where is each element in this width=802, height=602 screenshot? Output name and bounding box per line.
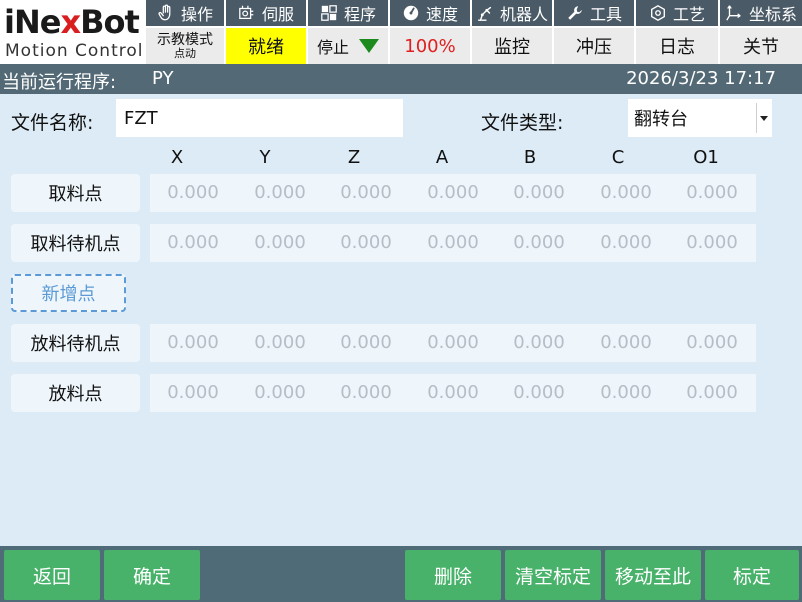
coord-cell: 0.000 — [686, 232, 738, 253]
coord-cell: 0.000 — [254, 182, 306, 203]
top-menu-bar: 操作 伺服 程序 速度 机器人 工具 工艺 坐标系 — [146, 0, 802, 26]
coord-cell: 0.000 — [340, 332, 392, 353]
coord-cell: 0.000 — [686, 382, 738, 403]
logo-wordmark: iNexBot — [4, 3, 140, 41]
hand-icon — [158, 4, 171, 21]
menu-operation[interactable]: 操作 — [146, 0, 224, 26]
coord-cell: 0.000 — [167, 332, 219, 353]
coord-cell: 0.000 — [686, 182, 738, 203]
table-row: 0.000 0.000 0.000 0.000 0.000 0.000 0.00… — [150, 324, 756, 362]
coord-cell: 0.000 — [254, 382, 306, 403]
file-name-input[interactable]: FZT — [116, 99, 403, 137]
coord-cell: 0.000 — [513, 382, 565, 403]
coord-cell: 0.000 — [513, 332, 565, 353]
coord-cell: 0.000 — [254, 332, 306, 353]
logo-tagline: Motion Control — [5, 41, 144, 61]
table-row: 0.000 0.000 0.000 0.000 0.000 0.000 0.00… — [150, 174, 756, 212]
coord-cell: 0.000 — [600, 182, 652, 203]
robot-arm-icon — [477, 6, 492, 21]
column-header-o1: O1 — [693, 147, 719, 168]
stop-status[interactable]: 停止 — [306, 28, 388, 64]
confirm-button[interactable]: 确定 — [104, 550, 200, 600]
column-header-y: Y — [259, 147, 271, 168]
coord-cell: 0.000 — [340, 382, 392, 403]
axis-icon — [726, 5, 741, 21]
coord-cell: 0.000 — [167, 232, 219, 253]
point-button-place-standby[interactable]: 放料待机点 — [11, 324, 140, 362]
triangle-down-icon — [359, 39, 379, 53]
running-program-bar: 当前运行程序: PY 2026/3/23 17:17 — [0, 64, 802, 94]
coord-cell: 0.000 — [167, 182, 219, 203]
footer-toolbar: 返回 确定 删除 清空标定 移动至此 标定 — [0, 546, 802, 602]
running-program-name: PY — [152, 68, 174, 89]
speed-percent[interactable]: 100% — [388, 28, 470, 64]
column-header-x: X — [170, 147, 184, 168]
menu-servo[interactable]: 伺服 — [224, 0, 306, 26]
menu-program[interactable]: 程序 — [306, 0, 388, 26]
column-header-a: A — [435, 147, 449, 168]
delete-button[interactable]: 删除 — [405, 550, 501, 600]
menu-speed[interactable]: 速度 — [388, 0, 470, 26]
ready-status: 就绪 — [224, 28, 306, 64]
coord-cell: 0.000 — [513, 232, 565, 253]
calibrate-button[interactable]: 标定 — [705, 550, 799, 600]
datetime: 2026/3/23 17:17 — [626, 68, 776, 89]
coord-cell: 0.000 — [686, 332, 738, 353]
joint-button[interactable]: 关节 — [718, 28, 802, 64]
back-button[interactable]: 返回 — [4, 550, 100, 600]
stamping-button[interactable]: 冲压 — [552, 28, 634, 64]
table-row: 0.000 0.000 0.000 0.000 0.000 0.000 0.00… — [150, 224, 756, 262]
column-header-z: Z — [347, 147, 361, 168]
clear-calibration-button[interactable]: 清空标定 — [505, 550, 601, 600]
file-type-select[interactable]: 翻转台 — [628, 99, 772, 137]
coord-cell: 0.000 — [254, 232, 306, 253]
coord-cell: 0.000 — [427, 182, 479, 203]
column-header-b: B — [523, 147, 537, 168]
dropdown-arrow-icon[interactable] — [756, 103, 770, 133]
header: iNexBot Motion Control 操作 伺服 程序 速度 机器人 工… — [0, 0, 802, 64]
menu-coordinate[interactable]: 坐标系 — [718, 0, 802, 26]
menu-process[interactable]: 工艺 — [634, 0, 718, 26]
coord-cell: 0.000 — [513, 182, 565, 203]
point-button-place[interactable]: 放料点 — [11, 374, 140, 412]
coord-cell: 0.000 — [340, 182, 392, 203]
log-button[interactable]: 日志 — [634, 28, 718, 64]
main-panel: 文件名称: FZT 文件类型: 翻转台 X Y Z A B C O1 取料点 0… — [0, 94, 802, 546]
menu-robot[interactable]: 机器人 — [470, 0, 552, 26]
grid-icon — [321, 5, 337, 21]
gauge-icon — [403, 5, 419, 21]
coord-cell: 0.000 — [600, 382, 652, 403]
hexagon-icon — [651, 5, 665, 21]
wrench-icon — [568, 6, 582, 20]
coord-cell: 0.000 — [427, 382, 479, 403]
point-button-pick-standby[interactable]: 取料待机点 — [11, 224, 140, 262]
coord-cell: 0.000 — [600, 332, 652, 353]
coord-cell: 0.000 — [427, 332, 479, 353]
brand-logo: iNexBot Motion Control — [0, 0, 146, 64]
coord-cell: 0.000 — [340, 232, 392, 253]
status-bar: 示教模式 点动 就绪 停止 100% 监控 冲压 日志 关节 — [146, 28, 802, 64]
move-here-button[interactable]: 移动至此 — [605, 550, 701, 600]
add-point-button[interactable]: 新增点 — [11, 274, 126, 312]
coord-cell: 0.000 — [600, 232, 652, 253]
teach-mode-indicator[interactable]: 示教模式 点动 — [146, 28, 224, 64]
coord-cell: 0.000 — [167, 382, 219, 403]
monitor-button[interactable]: 监控 — [470, 28, 552, 64]
file-type-label: 文件类型: — [481, 112, 564, 134]
column-header-c: C — [611, 147, 625, 168]
file-name-label: 文件名称: — [11, 112, 94, 134]
running-program-label: 当前运行程序: — [2, 72, 117, 93]
servo-icon — [239, 5, 254, 20]
coord-cell: 0.000 — [427, 232, 479, 253]
menu-tool[interactable]: 工具 — [552, 0, 634, 26]
table-row: 0.000 0.000 0.000 0.000 0.000 0.000 0.00… — [150, 374, 756, 412]
point-button-pick[interactable]: 取料点 — [11, 174, 140, 212]
